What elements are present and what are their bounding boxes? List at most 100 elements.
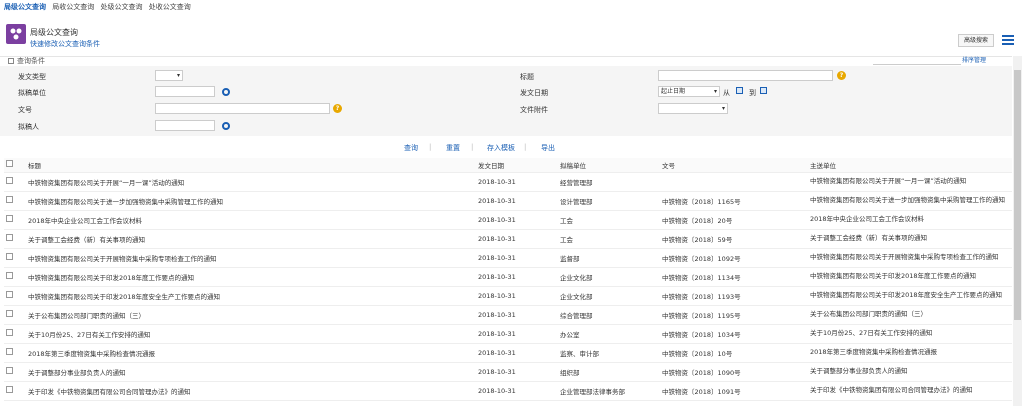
cell-recipient: 中铁物资集团有限公司关于印发2018年度工作要点的通知 bbox=[808, 267, 1012, 287]
cell-title[interactable]: 关于调整工会经费（新）有关事项的通知 bbox=[26, 229, 476, 249]
result-table: 标题 发文日期 拟稿单位 文号 主送单位 中铁物资集团有限公司关于开展“一月一课… bbox=[4, 158, 1012, 401]
row-checkbox[interactable] bbox=[4, 324, 26, 344]
cell-dept: 组织部 bbox=[558, 362, 660, 382]
breadcrumb-item-0[interactable]: 局级公文查询 bbox=[4, 3, 46, 11]
advanced-search-button[interactable]: 高级搜索 bbox=[958, 34, 994, 47]
title-label: 标题 bbox=[520, 73, 534, 81]
row-checkbox[interactable] bbox=[4, 362, 26, 382]
attach-select[interactable]: ▾ bbox=[658, 103, 728, 114]
table-row[interactable]: 中铁物资集团有限公司关于印发2018年度安全生产工作要点的通知 2018-10-3… bbox=[4, 286, 1012, 306]
table-header-row: 标题 发文日期 拟稿单位 文号 主送单位 bbox=[4, 158, 1012, 173]
export-button[interactable]: 导出 bbox=[541, 143, 555, 153]
dept-input[interactable] bbox=[155, 86, 215, 97]
date-mode-select[interactable]: 起止日期 ▾ bbox=[658, 86, 720, 97]
table-row[interactable]: 中铁物资集团有限公司关于开展物资集中采购专项检查工作的通知 2018-10-31 监… bbox=[4, 248, 1012, 268]
table-row[interactable]: 关于调整工会经费（新）有关事项的通知 2018-10-31 工会 中铁物资〔2018〕… bbox=[4, 229, 1012, 249]
cell-title[interactable]: 中铁物资集团有限公司关于印发2018年度工作要点的通知 bbox=[26, 267, 476, 287]
row-checkbox[interactable] bbox=[4, 248, 26, 268]
col-header-docno[interactable]: 文号 bbox=[660, 158, 808, 173]
list-menu-icon[interactable] bbox=[1002, 35, 1014, 45]
cell-title[interactable]: 关于公布集团公司部门职责的通知（三） bbox=[26, 305, 476, 325]
cell-dept: 监督部 bbox=[558, 248, 660, 268]
table-row[interactable]: 关于印发《中铁物资集团有限公司合同管理办法》的通知 2018-10-31 企业管理部… bbox=[4, 381, 1012, 401]
query-button[interactable]: 查询 bbox=[404, 143, 418, 153]
breadcrumb-item-2[interactable]: 处级公文查询 bbox=[100, 3, 142, 11]
cell-title[interactable]: 中铁物资集团有限公司关于开展物资集中采购专项检查工作的通知 bbox=[26, 248, 476, 268]
cell-dept: 企业文化部 bbox=[558, 267, 660, 287]
cell-title[interactable]: 关于印发《中铁物资集团有限公司合同管理办法》的通知 bbox=[26, 381, 476, 401]
table-row[interactable]: 关于10月份25、27日有关工作安排的通知 2018-10-31 办公室 中铁物资〔2… bbox=[4, 324, 1012, 344]
table-row[interactable]: 2018年中央企业公司工会工作会议材料 2018-10-31 工会 中铁物资〔2018… bbox=[4, 210, 1012, 230]
cell-dept: 工会 bbox=[558, 210, 660, 230]
table-row[interactable]: 中铁物资集团有限公司关于印发2018年度工作要点的通知 2018-10-31 企业文… bbox=[4, 267, 1012, 287]
reset-button[interactable]: 重置 bbox=[446, 143, 460, 153]
table-row[interactable]: 2018年第三季度物资集中采购检查情况通报 2018-10-31 监察、审计部 中铁物… bbox=[4, 343, 1012, 363]
row-checkbox[interactable] bbox=[4, 210, 26, 230]
row-checkbox[interactable] bbox=[4, 229, 26, 249]
row-checkbox[interactable] bbox=[4, 381, 26, 401]
cell-recipient: 关于公布集团公司部门职责的通知（三） bbox=[808, 305, 1012, 325]
action-bar: 查询 | 重置 | 存入模板 | 导出 bbox=[404, 143, 555, 153]
cell-dept: 监察、审计部 bbox=[558, 343, 660, 363]
cell-dept: 设计管理部 bbox=[558, 191, 660, 211]
sort-select[interactable] bbox=[873, 55, 961, 65]
title-input[interactable] bbox=[658, 70, 833, 81]
row-checkbox[interactable] bbox=[4, 172, 26, 192]
cell-docno: 中铁物资〔2018〕10号 bbox=[660, 343, 808, 363]
cell-docno: 中铁物资〔2018〕1193号 bbox=[660, 286, 808, 306]
cell-date: 2018-10-31 bbox=[476, 172, 558, 192]
cell-recipient: 2018年中央企业公司工会工作会议材料 bbox=[808, 210, 1012, 230]
row-checkbox[interactable] bbox=[4, 267, 26, 287]
cell-date: 2018-10-31 bbox=[476, 210, 558, 230]
cell-dept: 工会 bbox=[558, 229, 660, 249]
row-checkbox[interactable] bbox=[4, 343, 26, 363]
table-row[interactable]: 中铁物资集团有限公司关于进一步加强物资集中采购管理工作的通知 2018-10-31… bbox=[4, 191, 1012, 211]
quick-edit-link[interactable]: 快速修改公文查询条件 bbox=[30, 39, 100, 49]
table-row[interactable]: 中铁物资集团有限公司关于开展“一月一课”活动的通知 2018-10-31 经营管理部… bbox=[4, 172, 1012, 192]
scrollbar-thumb[interactable] bbox=[1014, 70, 1021, 320]
search-form: 发文类型 ▾ 拟稿单位 文号 ? 拟稿人 标题 ? 发文日期 起止日期 ▾ 从 到… bbox=[0, 66, 1012, 136]
conditions-toggle[interactable]: 查询条件 bbox=[8, 56, 45, 66]
cell-date: 2018-10-31 bbox=[476, 248, 558, 268]
table-row[interactable]: 关于公布集团公司部门职责的通知（三） 2018-10-31 综合管理部 中铁物资〔20… bbox=[4, 305, 1012, 325]
save-template-button[interactable]: 存入模板 bbox=[487, 143, 515, 153]
row-checkbox[interactable] bbox=[4, 305, 26, 325]
col-header-dept[interactable]: 拟稿单位 bbox=[558, 158, 660, 173]
drafter-input[interactable] bbox=[155, 120, 215, 131]
row-checkbox[interactable] bbox=[4, 286, 26, 306]
title-help-icon[interactable]: ? bbox=[837, 71, 846, 80]
date-from-calendar-icon[interactable] bbox=[736, 87, 743, 94]
drafter-search-icon[interactable] bbox=[222, 122, 230, 130]
date-to-calendar-icon[interactable] bbox=[760, 87, 767, 94]
dept-label: 拟稿单位 bbox=[18, 89, 46, 97]
col-header-recipient[interactable]: 主送单位 bbox=[808, 158, 1012, 173]
vertical-scrollbar[interactable] bbox=[1013, 56, 1022, 406]
breadcrumb-item-3[interactable]: 处收公文查询 bbox=[149, 3, 191, 11]
dept-search-icon[interactable] bbox=[222, 88, 230, 96]
docno-input[interactable] bbox=[155, 103, 330, 114]
cell-title[interactable]: 中铁物资集团有限公司关于印发2018年度安全生产工作要点的通知 bbox=[26, 286, 476, 306]
cell-title[interactable]: 2018年中央企业公司工会工作会议材料 bbox=[26, 210, 476, 230]
cell-docno: 中铁物资〔2018〕1134号 bbox=[660, 267, 808, 287]
app-logo-icon bbox=[6, 24, 26, 44]
cell-docno: 中铁物资〔2018〕1092号 bbox=[660, 248, 808, 268]
cell-title[interactable]: 2018年第三季度物资集中采购检查情况通报 bbox=[26, 343, 476, 363]
col-header-date[interactable]: 发文日期 bbox=[476, 158, 558, 173]
row-checkbox[interactable] bbox=[4, 191, 26, 211]
cell-date: 2018-10-31 bbox=[476, 362, 558, 382]
table-row[interactable]: 关于调整部分事业部负责人的通知 2018-10-31 组织部 中铁物资〔2018〕10… bbox=[4, 362, 1012, 382]
col-header-title[interactable]: 标题 bbox=[26, 158, 476, 173]
cell-title[interactable]: 中铁物资集团有限公司关于进一步加强物资集中采购管理工作的通知 bbox=[26, 191, 476, 211]
cell-dept: 企业文化部 bbox=[558, 286, 660, 306]
cell-dept: 经营管理部 bbox=[558, 172, 660, 192]
doc-type-select[interactable]: ▾ bbox=[155, 70, 183, 81]
cell-date: 2018-10-31 bbox=[476, 267, 558, 287]
cell-dept: 办公室 bbox=[558, 324, 660, 344]
breadcrumb-item-1[interactable]: 局收公文查询 bbox=[52, 3, 94, 11]
docno-help-icon[interactable]: ? bbox=[333, 104, 342, 113]
cell-title[interactable]: 关于调整部分事业部负责人的通知 bbox=[26, 362, 476, 382]
cell-title[interactable]: 关于10月份25、27日有关工作安排的通知 bbox=[26, 324, 476, 344]
select-all-checkbox[interactable] bbox=[4, 158, 26, 173]
cell-title[interactable]: 中铁物资集团有限公司关于开展“一月一课”活动的通知 bbox=[26, 172, 476, 192]
sort-manage-link[interactable]: 排序管理 bbox=[962, 55, 986, 64]
